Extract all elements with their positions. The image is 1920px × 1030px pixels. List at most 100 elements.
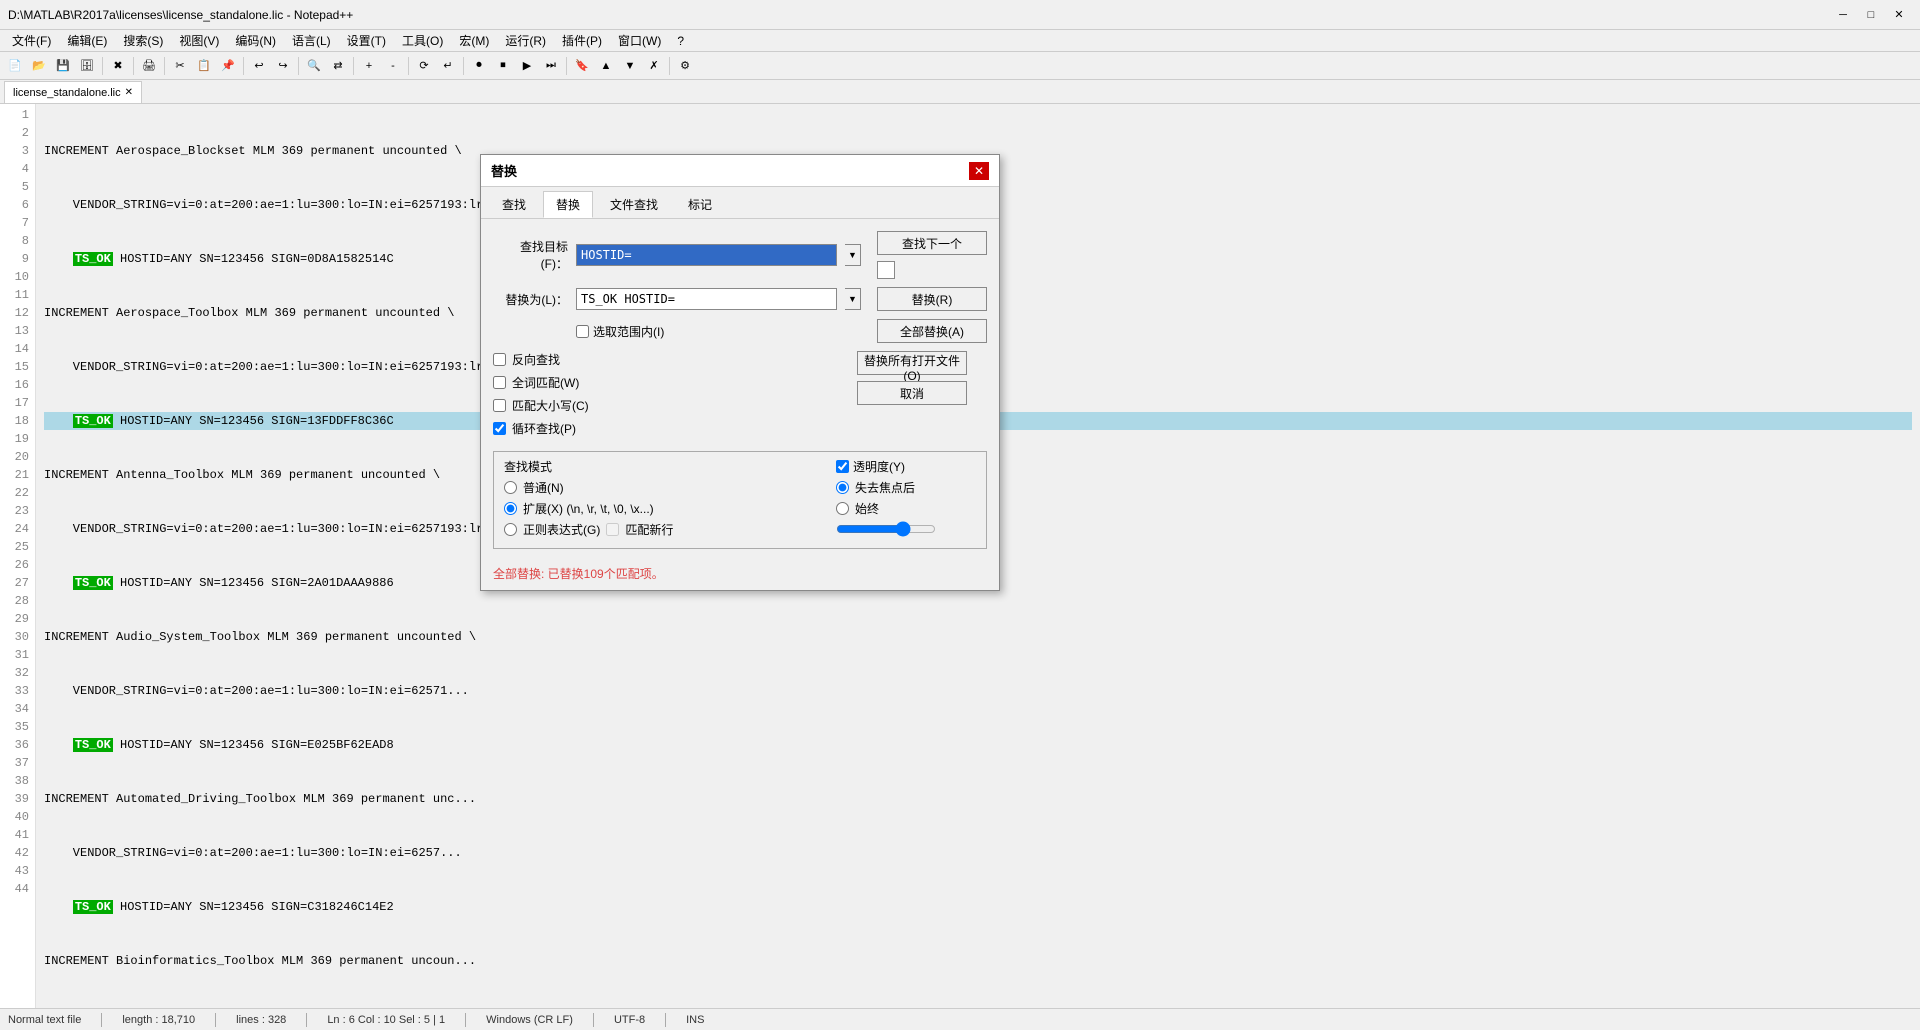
status-sep6 <box>665 1013 666 1027</box>
dot-newline-checkbox[interactable] <box>606 523 619 536</box>
sep1 <box>102 57 103 75</box>
menu-window[interactable]: 窗口(W) <box>610 30 669 51</box>
redo-btn[interactable]: ↪ <box>272 55 294 77</box>
extended-radio[interactable] <box>504 502 517 515</box>
find-checkbox-extra[interactable] <box>877 261 895 279</box>
whole-word-checkbox[interactable] <box>493 376 506 389</box>
always-radio[interactable] <box>836 502 849 515</box>
dialog-tab-filefind[interactable]: 文件查找 <box>597 191 671 218</box>
regex-radio[interactable] <box>504 523 517 536</box>
options-area: 反向查找 全词匹配(W) 匹配大小写(C) <box>493 351 987 443</box>
sep7 <box>408 57 409 75</box>
clear-mark-btn[interactable]: ✗ <box>643 55 665 77</box>
replace-in-all-files-button[interactable]: 替换所有打开文件(O) <box>857 351 967 375</box>
dialog-close-button[interactable]: ✕ <box>969 162 989 180</box>
dialog-tab-mark[interactable]: 标记 <box>675 191 725 218</box>
find-btn[interactable]: 🔍 <box>303 55 325 77</box>
menu-macro[interactable]: 宏(M) <box>451 30 497 51</box>
replace-button[interactable]: 替换(R) <box>877 287 987 311</box>
normal-radio[interactable] <box>504 481 517 494</box>
maximize-button[interactable]: □ <box>1858 5 1884 25</box>
status-sep3 <box>306 1013 307 1027</box>
menu-view[interactable]: 视图(V) <box>171 30 227 51</box>
find-input[interactable] <box>576 244 837 266</box>
position-status: Ln : 6 Col : 10 Sel : 5 | 1 <box>327 1014 445 1026</box>
dialog-tab-find[interactable]: 查找 <box>489 191 539 218</box>
macro-stop-btn[interactable]: ⏹ <box>492 55 514 77</box>
wrap-btn[interactable]: ↵ <box>437 55 459 77</box>
menu-encode[interactable]: 编码(N) <box>227 30 284 51</box>
sep8 <box>463 57 464 75</box>
zoom-out-btn[interactable]: - <box>382 55 404 77</box>
transparency-section: 透明度(Y) 失去焦点后 始终 <box>836 458 976 540</box>
lose-focus-radio[interactable] <box>836 481 849 494</box>
line-ending-status: Windows (CR LF) <box>486 1014 573 1026</box>
toolbar: 📄 📂 💾 🗄 ✖ 🖨 ✂ 📋 📌 ↩ ↪ 🔍 ⇄ + - ⟳ ↵ ⏺ ⏹ ▶ … <box>0 52 1920 80</box>
select-range-checkbox[interactable] <box>576 325 589 338</box>
file-type-status: Normal text file <box>8 1014 81 1026</box>
menu-language[interactable]: 语言(L) <box>284 30 339 51</box>
match-case-checkbox[interactable] <box>493 399 506 412</box>
file-tab[interactable]: license_standalone.lic ✕ <box>4 81 142 103</box>
zoom-in-btn[interactable]: + <box>358 55 380 77</box>
menu-settings[interactable]: 设置(T) <box>339 30 394 51</box>
menu-plugins[interactable]: 插件(P) <box>554 30 610 51</box>
replace-input[interactable] <box>576 288 837 310</box>
replace-btn[interactable]: ⇄ <box>327 55 349 77</box>
ins-mode-status: INS <box>686 1014 704 1026</box>
close-button[interactable]: ✕ <box>1886 5 1912 25</box>
minimize-button[interactable]: ─ <box>1830 5 1856 25</box>
loop-search-checkbox[interactable] <box>493 422 506 435</box>
save-file-btn[interactable]: 💾 <box>52 55 74 77</box>
extended-radio-row: 扩展(X) (\n, \r, \t, \0, \x...) <box>504 500 673 517</box>
tab-close-icon[interactable]: ✕ <box>125 87 133 98</box>
new-file-btn[interactable]: 📄 <box>4 55 26 77</box>
menu-tools[interactable]: 工具(O) <box>394 30 451 51</box>
status-sep1 <box>101 1013 102 1027</box>
save-all-btn[interactable]: 🗄 <box>76 55 98 77</box>
cut-btn[interactable]: ✂ <box>169 55 191 77</box>
sync-btn[interactable]: ⟳ <box>413 55 435 77</box>
replace-all-button[interactable]: 全部替换(A) <box>877 319 987 343</box>
extended-radio-label: 扩展(X) (\n, \r, \t, \0, \x...) <box>523 500 654 517</box>
print-btn[interactable]: 🖨 <box>138 55 160 77</box>
menu-edit[interactable]: 编辑(E) <box>59 30 115 51</box>
macro-rec-btn[interactable]: ⏺ <box>468 55 490 77</box>
open-file-btn[interactable]: 📂 <box>28 55 50 77</box>
reverse-search-checkbox[interactable] <box>493 353 506 366</box>
match-case-row: 匹配大小写(C) <box>493 397 845 414</box>
title-bar: D:\MATLAB\R2017a\licenses\license_standa… <box>0 0 1920 30</box>
find-row: 查找目标(F)： ▼ 查找下一个 <box>493 231 987 279</box>
prev-mark-btn[interactable]: ▲ <box>595 55 617 77</box>
find-next-button[interactable]: 查找下一个 <box>877 231 987 255</box>
undo-btn[interactable]: ↩ <box>248 55 270 77</box>
menu-help[interactable]: ? <box>669 32 692 50</box>
menu-search[interactable]: 搜索(S) <box>115 30 171 51</box>
sep9 <box>566 57 567 75</box>
sep3 <box>164 57 165 75</box>
copy-btn[interactable]: 📋 <box>193 55 215 77</box>
whole-word-row: 全词匹配(W) <box>493 374 845 391</box>
transparency-slider[interactable] <box>836 521 936 537</box>
transparency-checkbox[interactable] <box>836 460 849 473</box>
length-status: length : 18,710 <box>122 1014 195 1026</box>
close-btn[interactable]: ✖ <box>107 55 129 77</box>
paste-btn[interactable]: 📌 <box>217 55 239 77</box>
mark-btn[interactable]: 🔖 <box>571 55 593 77</box>
next-mark-btn[interactable]: ▼ <box>619 55 641 77</box>
find-dropdown[interactable]: ▼ <box>845 244 861 266</box>
sep6 <box>353 57 354 75</box>
sep10 <box>669 57 670 75</box>
status-sep5 <box>593 1013 594 1027</box>
macro-save-btn[interactable]: ⏭ <box>540 55 562 77</box>
dialog-tab-replace[interactable]: 替换 <box>543 191 593 218</box>
macro-play-btn[interactable]: ▶ <box>516 55 538 77</box>
settings2-btn[interactable]: ⚙ <box>674 55 696 77</box>
search-mode-label: 查找模式 <box>504 458 673 475</box>
menu-run[interactable]: 运行(R) <box>497 30 554 51</box>
transparency-label: 透明度(Y) <box>853 458 905 475</box>
menu-file[interactable]: 文件(F) <box>4 30 59 51</box>
cancel-button[interactable]: 取消 <box>857 381 967 405</box>
reverse-search-label: 反向查找 <box>512 351 560 368</box>
replace-dropdown[interactable]: ▼ <box>845 288 861 310</box>
